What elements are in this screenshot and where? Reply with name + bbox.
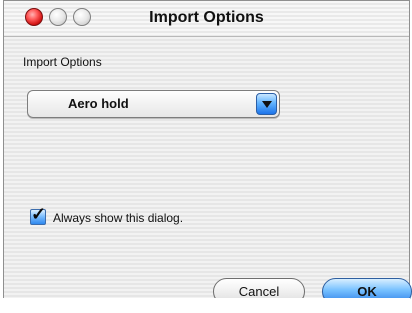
title-bar: Import Options <box>4 1 409 37</box>
import-options-window: Import Options Import Options Aero hold … <box>3 0 412 305</box>
section-label: Import Options <box>23 55 102 69</box>
checkmark-icon: ✓ <box>31 204 47 224</box>
popup-selected-value: Aero hold <box>68 96 129 111</box>
window-title: Import Options <box>149 9 264 26</box>
import-preset-popup[interactable]: Aero hold <box>27 90 280 118</box>
bottom-margin <box>3 298 410 313</box>
always-show-label: Always show this dialog. <box>53 211 184 225</box>
always-show-checkbox[interactable]: ✓ <box>30 205 46 225</box>
chevron-down-icon[interactable] <box>256 93 277 115</box>
